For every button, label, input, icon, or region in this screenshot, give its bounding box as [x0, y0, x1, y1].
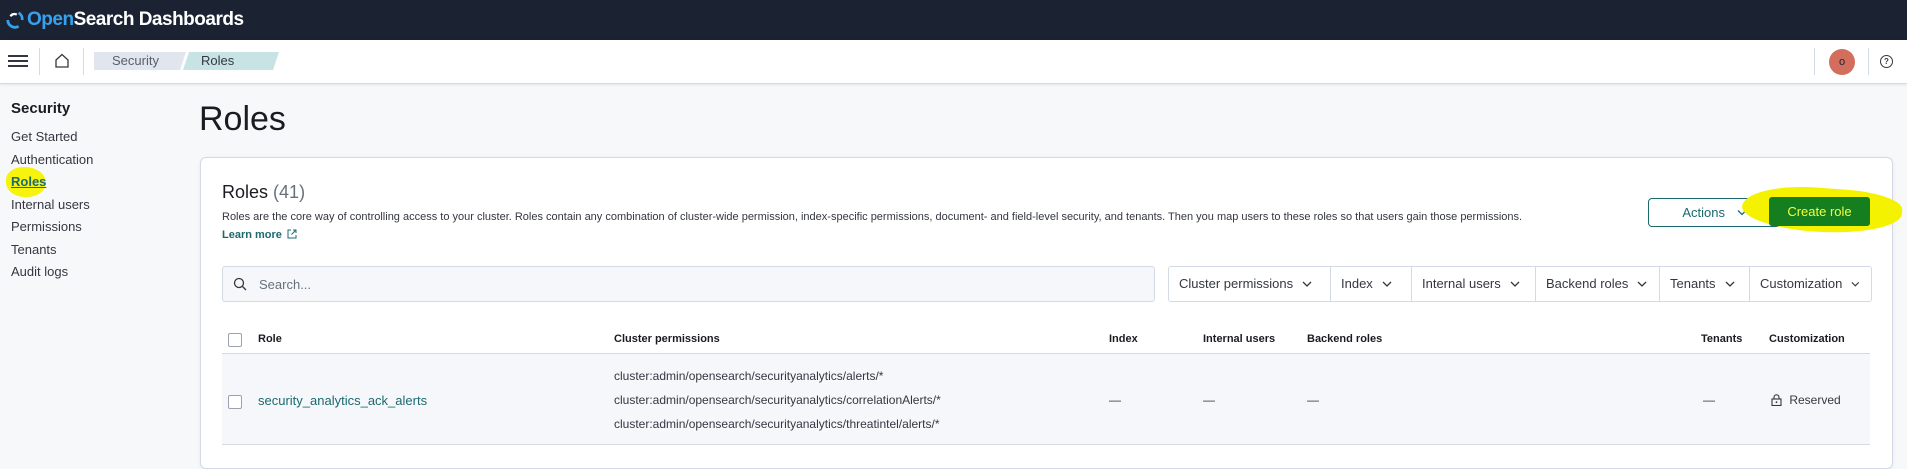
chevron-down-icon: [1510, 281, 1520, 287]
row-checkbox[interactable]: [228, 395, 242, 409]
user-avatar[interactable]: o: [1829, 49, 1855, 75]
search-input[interactable]: [257, 267, 1141, 301]
table-row: [222, 354, 1870, 444]
divider: [83, 48, 84, 75]
column-header-cluster-permissions[interactable]: Cluster permissions: [614, 333, 720, 345]
page-title: Roles: [199, 100, 286, 138]
column-header-customization[interactable]: Customization: [1769, 333, 1845, 345]
sidebar-item-tenants[interactable]: Tenants: [11, 242, 57, 257]
customization-value: Reserved: [1789, 393, 1841, 407]
column-header-backend-roles[interactable]: Backend roles: [1307, 333, 1382, 345]
customization-cell: Reserved: [1771, 393, 1841, 407]
sidebar-item-internal-users[interactable]: Internal users: [11, 197, 90, 212]
column-header-index[interactable]: Index: [1109, 333, 1138, 345]
filter-internal-users[interactable]: Internal users: [1412, 267, 1536, 301]
learn-more-label: Learn more: [222, 229, 282, 241]
divider: [39, 48, 40, 75]
cluster-permission: cluster:admin/opensearch/securityanalyti…: [614, 417, 940, 431]
column-header-internal-users[interactable]: Internal users: [1203, 333, 1275, 345]
select-all-checkbox[interactable]: [228, 333, 242, 347]
search-icon: [233, 277, 247, 291]
panel-title-text: Roles: [222, 182, 269, 202]
opensearch-logo[interactable]: Open Search Dashboards: [6, 9, 244, 31]
filter-customization[interactable]: Customization: [1750, 267, 1870, 301]
index-cell: —: [1109, 393, 1121, 407]
global-header: Open Search Dashboards: [0, 0, 1907, 40]
chevron-down-icon: [1302, 281, 1312, 287]
chevron-down-icon: [1725, 281, 1735, 287]
sidebar-item-roles[interactable]: Roles: [11, 174, 46, 189]
breadcrumb-roles: Roles: [183, 52, 279, 70]
divider: [1814, 48, 1815, 75]
create-role-button[interactable]: Create role: [1769, 197, 1870, 226]
roles-count: (41): [273, 182, 306, 202]
breadcrumb-security[interactable]: Security: [94, 52, 186, 70]
panel-title: Roles (41): [222, 182, 305, 203]
home-icon[interactable]: [52, 51, 72, 71]
cluster-permission: cluster:admin/opensearch/securityanalyti…: [614, 369, 884, 383]
filter-label: Internal users: [1422, 276, 1501, 291]
cluster-permission: cluster:admin/opensearch/securityanalyti…: [614, 393, 941, 407]
filter-label: Backend roles: [1546, 276, 1629, 291]
breadcrumb-bar: Security Roles o ?: [0, 40, 1907, 84]
lock-icon: [1771, 394, 1782, 407]
column-header-role[interactable]: Role: [258, 333, 282, 345]
sidebar-item-audit-logs[interactable]: Audit logs: [11, 264, 68, 279]
actions-label: Actions: [1682, 205, 1725, 220]
sidebar-item-get-started[interactable]: Get Started: [11, 129, 77, 144]
role-name-link[interactable]: security_analytics_ack_alerts: [258, 393, 427, 408]
chevron-down-icon: [1382, 281, 1392, 287]
search-box[interactable]: [222, 266, 1155, 302]
filter-label: Customization: [1760, 276, 1843, 291]
external-link-icon: [287, 229, 297, 239]
help-icon[interactable]: ?: [1880, 55, 1893, 68]
filter-label: Index: [1341, 276, 1373, 291]
menu-toggle-button[interactable]: [8, 52, 28, 70]
backend-roles-cell: —: [1307, 393, 1319, 407]
learn-more-link[interactable]: Learn more: [222, 229, 297, 241]
column-header-tenants[interactable]: Tenants: [1701, 333, 1742, 345]
divider: [1868, 48, 1869, 75]
sidebar-item-permissions[interactable]: Permissions: [11, 219, 82, 234]
opensearch-logo-icon: [6, 11, 24, 29]
sidebar-item-authentication[interactable]: Authentication: [11, 152, 93, 167]
logo-text-dashboards: Search Dashboards: [73, 9, 244, 30]
filter-group: Cluster permissions Index Internal users…: [1168, 266, 1872, 302]
filter-index[interactable]: Index: [1331, 267, 1412, 301]
chevron-down-icon: [1637, 281, 1647, 287]
tenants-cell: —: [1703, 393, 1715, 407]
internal-users-cell: —: [1203, 393, 1215, 407]
filter-backend-roles[interactable]: Backend roles: [1536, 267, 1660, 301]
filter-label: Tenants: [1670, 276, 1716, 291]
panel-description: Roles are the core way of controlling ac…: [222, 211, 1523, 223]
sidebar-title: Security: [11, 100, 71, 117]
roles-panel: Roles (41) Roles are the core way of con…: [200, 157, 1904, 469]
filter-cluster-permissions[interactable]: Cluster permissions: [1169, 267, 1331, 301]
filter-tenants[interactable]: Tenants: [1660, 267, 1750, 301]
filter-label: Cluster permissions: [1179, 276, 1294, 291]
chevron-down-icon: [1851, 281, 1860, 287]
divider: [222, 444, 1870, 445]
logo-text-open: Open: [27, 9, 74, 30]
